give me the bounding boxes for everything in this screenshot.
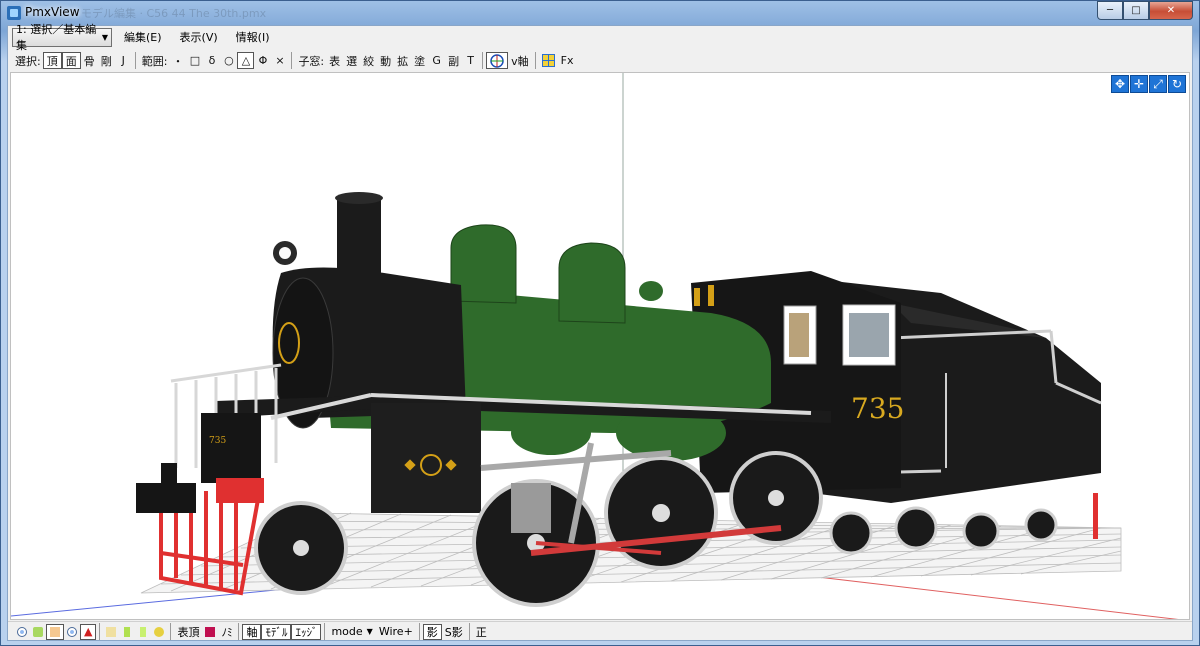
separator [99, 623, 101, 640]
surface-vertex-label[interactable]: 表頂 [174, 624, 202, 640]
minimize-button[interactable]: ─ [1097, 1, 1123, 20]
range-triangle-button[interactable]: △ [237, 52, 255, 69]
child-paint-button[interactable]: 塗 [411, 52, 428, 69]
child-t-button[interactable]: T [462, 52, 479, 69]
range-rect-button[interactable]: □ [186, 52, 203, 69]
range-clear-button[interactable]: × [271, 52, 288, 69]
child-table-button[interactable]: 表 [326, 52, 343, 69]
range-phi-button[interactable]: Φ [254, 52, 271, 69]
child-window-label: 子窓: [298, 54, 325, 68]
separator [418, 623, 420, 640]
select-label: 選択: [15, 54, 41, 68]
bottom-toolbar: ▲ 表頂 ﾉﾐ 軸 ﾓﾃﾞﾙ ｴｯｼﾞ mode ▼ Wire+ 影 S影 正 [8, 621, 1192, 641]
model-toggle[interactable]: ﾓﾃﾞﾙ [261, 623, 292, 640]
selection-toolbar: 選択: 頂 面 骨 剛 J 範囲: ・ □ δ ○ △ Φ × 子窓: 表 選 … [8, 50, 1192, 71]
main-toolbar: 1: 選択／基本編集 ▼ 編集(E) 表示(V) 情報(I) [8, 23, 1192, 52]
separator [170, 623, 172, 640]
green-marker-icon-2[interactable] [135, 624, 151, 640]
window-title-faint: モデル編集 · C56 44 The 30th.pmx [81, 7, 267, 20]
separator [324, 623, 326, 640]
child-move-button[interactable]: 動 [377, 52, 394, 69]
move-icon[interactable]: ✛ [1130, 75, 1148, 93]
separator [238, 623, 240, 640]
v-axis-button[interactable]: v軸 [508, 52, 532, 69]
self-shadow-toggle[interactable]: S影 [442, 624, 466, 640]
radio-option-2[interactable] [64, 624, 80, 640]
3d-viewport[interactable]: 735 735 ✥ ✛ ⤢ ↻ [10, 72, 1190, 620]
menu-edit[interactable]: 編集(E) [118, 29, 168, 45]
triangle-icon[interactable]: ▲ [80, 623, 97, 640]
color-swatch[interactable] [202, 624, 218, 640]
zoom-icon[interactable]: ⤢ [1149, 75, 1167, 93]
crosshair-icon [490, 53, 504, 68]
wire-toggle[interactable]: Wire+ [376, 624, 416, 640]
green-marker-icon[interactable] [119, 624, 135, 640]
range-delta-button[interactable]: δ [203, 52, 220, 69]
maximize-button[interactable]: □ [1123, 1, 1149, 20]
axis-toggle[interactable]: 軸 [242, 623, 262, 640]
radio-option-1[interactable] [14, 624, 30, 640]
front-number: 735 [209, 436, 226, 446]
cab-number: 735 [851, 392, 904, 425]
bone-icon[interactable] [103, 624, 119, 640]
select-vertex-button[interactable]: 頂 [42, 52, 62, 69]
range-point-button[interactable]: ・ [169, 52, 186, 69]
pan-icon[interactable]: ✥ [1111, 75, 1129, 93]
axis-toggle-button[interactable] [486, 52, 509, 69]
child-filter-button[interactable]: 絞 [360, 52, 377, 69]
camera-controls: ✥ ✛ ⤢ ↻ [1111, 75, 1186, 93]
select-joint-button[interactable]: J [115, 52, 132, 69]
rotate-icon[interactable]: ↻ [1168, 75, 1186, 93]
separator [468, 623, 470, 640]
select-face-button[interactable]: 面 [61, 52, 81, 69]
title-bar[interactable]: PmxView モデル編集 · C56 44 The 30th.pmx ─ □ … [1, 1, 1199, 25]
app-icon [7, 6, 21, 20]
mode-dropdown[interactable]: mode ▼ [328, 624, 375, 640]
chevron-down-icon: ▼ [366, 627, 373, 636]
locomotive-render: 735 735 [11, 73, 1179, 619]
separator [134, 52, 136, 69]
fx-button[interactable]: Fx [558, 52, 577, 69]
child-scale-button[interactable]: 拡 [394, 52, 411, 69]
separator [482, 52, 484, 69]
face-icon[interactable] [46, 623, 64, 640]
window-title: PmxView [25, 5, 80, 19]
shadow-toggle[interactable]: 影 [422, 623, 442, 640]
separator [534, 52, 536, 69]
grid-button[interactable] [539, 52, 558, 69]
menu-view[interactable]: 表示(V) [174, 29, 224, 45]
vertex-icon[interactable] [30, 624, 46, 640]
menu-info[interactable]: 情報(I) [230, 29, 276, 45]
link-icon[interactable] [151, 624, 167, 640]
front-view-button[interactable]: 正 [473, 624, 490, 640]
child-sub-button[interactable]: 副 [445, 52, 462, 69]
close-button[interactable]: ✕ [1149, 1, 1193, 20]
child-g-button[interactable]: G [428, 52, 445, 69]
mode-select-value: 1: 選択／基本編集 [16, 23, 97, 52]
range-circle-button[interactable]: ○ [220, 52, 237, 69]
mode-dropdown-label: mode [331, 625, 363, 638]
mode-select[interactable]: 1: 選択／基本編集 ▼ [12, 23, 112, 52]
chevron-down-icon: ▼ [101, 32, 108, 42]
only-label[interactable]: ﾉﾐ [218, 624, 235, 640]
range-label: 範囲: [141, 54, 168, 68]
app-window: PmxView モデル編集 · C56 44 The 30th.pmx ─ □ … [0, 0, 1200, 646]
child-select-button[interactable]: 選 [343, 52, 360, 69]
select-bone-button[interactable]: 骨 [81, 52, 98, 69]
select-rigid-button[interactable]: 剛 [98, 52, 115, 69]
client-area: 1: 選択／基本編集 ▼ 編集(E) 表示(V) 情報(I) 選択: 頂 面 骨… [7, 23, 1193, 641]
edge-toggle[interactable]: ｴｯｼﾞ [291, 623, 322, 640]
separator [291, 52, 293, 69]
grid-icon [541, 54, 555, 67]
